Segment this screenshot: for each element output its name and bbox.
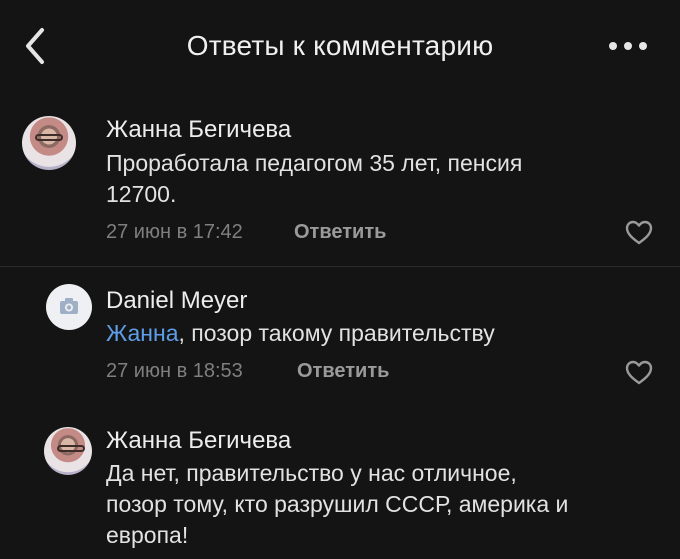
comment-text: Проработала педагогом 35 лет, пенсия 127… <box>106 148 596 210</box>
comment-author[interactable]: Жанна Бегичева <box>106 116 291 144</box>
avatar[interactable] <box>46 284 92 330</box>
reply-button[interactable]: Ответить <box>294 221 386 244</box>
comment-text-line: позор тому, кто разрушил СССР, америка и <box>106 491 569 517</box>
reply-button[interactable]: Ответить <box>297 360 389 383</box>
divider <box>0 266 680 267</box>
avatar[interactable] <box>44 427 92 475</box>
comment-text-rest: , позор такому правительству <box>178 320 495 346</box>
mention-link[interactable]: Жанна <box>106 320 178 346</box>
more-button[interactable] <box>606 36 650 56</box>
top-bar: Ответы к комментарию <box>0 0 680 92</box>
like-button[interactable] <box>624 358 654 386</box>
heart-icon <box>625 360 653 385</box>
page-title: Ответы к комментарию <box>186 30 494 61</box>
comment-author[interactable]: Daniel Meyer <box>106 287 247 315</box>
comment-text-line: Да нет, правительство у нас отличное, <box>106 460 517 486</box>
comment-timestamp: 27 июн в 17:42 <box>106 221 243 243</box>
comment-text-line: Проработала педагогом 35 лет, пенсия <box>106 150 523 176</box>
avatar[interactable] <box>22 116 76 170</box>
heart-icon <box>625 220 653 245</box>
comment-text: Да нет, правительство у нас отличное, по… <box>106 458 666 551</box>
camera-icon <box>60 298 78 314</box>
comment-text-line: 12700. <box>106 181 177 207</box>
comment-text-line: европа! <box>106 522 189 548</box>
like-button[interactable] <box>624 218 654 246</box>
more-horizontal-icon <box>609 42 647 50</box>
comment-timestamp: 27 июн в 18:53 <box>106 360 243 382</box>
comment-text: Жанна, позор такому правительству <box>106 318 596 349</box>
comment-author[interactable]: Жанна Бегичева <box>106 427 291 455</box>
